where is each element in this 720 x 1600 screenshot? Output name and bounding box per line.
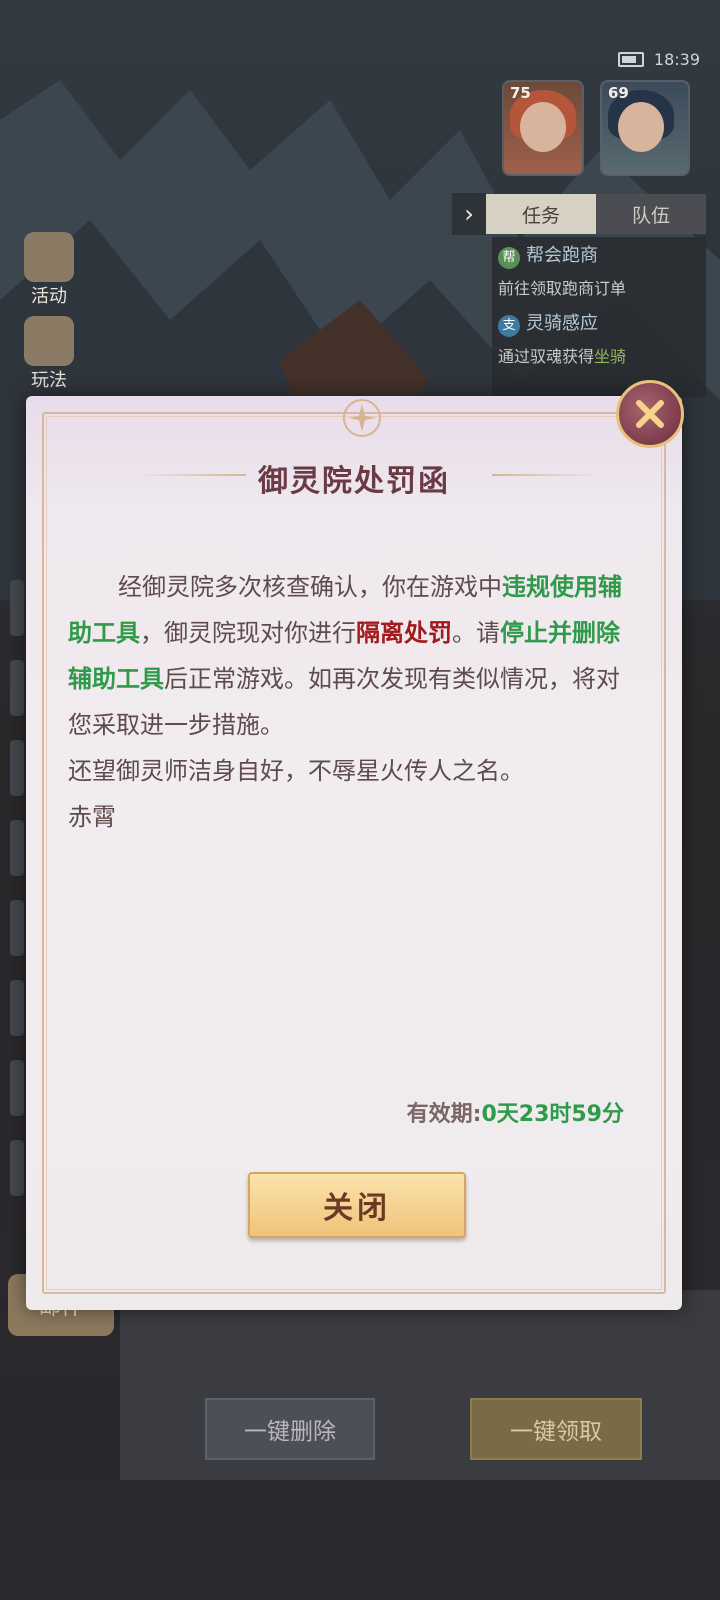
side-menu-label: 活动 — [31, 286, 67, 307]
close-button[interactable]: 关闭 — [248, 1172, 466, 1238]
side-menu-activity[interactable]: 活动 — [18, 232, 80, 308]
task-tag: 支 — [498, 315, 520, 337]
collapse-arrow-icon[interactable]: › — [452, 193, 486, 235]
task-tag: 帮 — [498, 247, 520, 269]
task-item[interactable]: 帮帮会跑商 前往领取跑商订单 — [498, 241, 626, 299]
penalty-dialog: 御灵院处罚函 经御灵院多次核查确认，你在游戏中违规使用辅助工具，御灵院现对你进行… — [26, 396, 682, 1310]
tab-task[interactable]: 任务 — [486, 194, 596, 234]
side-menu-gameplay[interactable]: 玩法 — [18, 316, 80, 392]
portrait-level: 75 — [510, 84, 531, 102]
gift-icon — [24, 232, 74, 282]
claim-all-button[interactable]: 一键领取 — [470, 1398, 642, 1460]
scroll-icon — [24, 316, 74, 366]
battery-icon — [617, 52, 644, 67]
body-paragraph-2: 还望御灵师洁身自好，不辱星火传人之名。 — [68, 757, 524, 785]
task-name: 帮会跑商 — [526, 245, 598, 266]
team-portrait-2[interactable]: 69 — [600, 80, 690, 176]
body-paragraph-1: 经御灵院多次核查确认，你在游戏中违规使用辅助工具，御灵院现对你进行隔离处罚。请停… — [68, 573, 622, 739]
close-icon[interactable] — [616, 380, 684, 448]
team-portrait-1[interactable]: 75 — [502, 80, 584, 176]
bottom-bar — [0, 1480, 720, 1600]
task-team-tabs: › 任务 队伍 — [452, 193, 706, 235]
side-menu-label: 玩法 — [31, 370, 67, 391]
task-name: 灵骑感应 — [526, 313, 598, 334]
crest-emblem-icon — [343, 399, 381, 437]
clock: 18:39 — [653, 50, 700, 69]
task-desc: 通过驭魂获得坐骑 — [498, 347, 627, 366]
validity-period: 有效期:0天23时59分 — [406, 1102, 624, 1127]
status-bar: 18:39 — [617, 50, 700, 69]
portrait-level: 69 — [608, 84, 629, 102]
dialog-title: 御灵院处罚函 — [258, 464, 450, 499]
task-list: 帮帮会跑商 前往领取跑商订单 支灵骑感应 通过驭魂获得坐骑 — [492, 237, 706, 397]
delete-all-button[interactable]: 一键删除 — [205, 1398, 375, 1460]
task-desc: 前往领取跑商订单 — [498, 279, 627, 298]
task-item[interactable]: 支灵骑感应 通过驭魂获得坐骑 — [498, 309, 626, 367]
tab-team[interactable]: 队伍 — [596, 194, 706, 234]
signature: 赤霄 — [68, 803, 116, 831]
dialog-body: 经御灵院多次核查确认，你在游戏中违规使用辅助工具，御灵院现对你进行隔离处罚。请停… — [68, 564, 638, 840]
